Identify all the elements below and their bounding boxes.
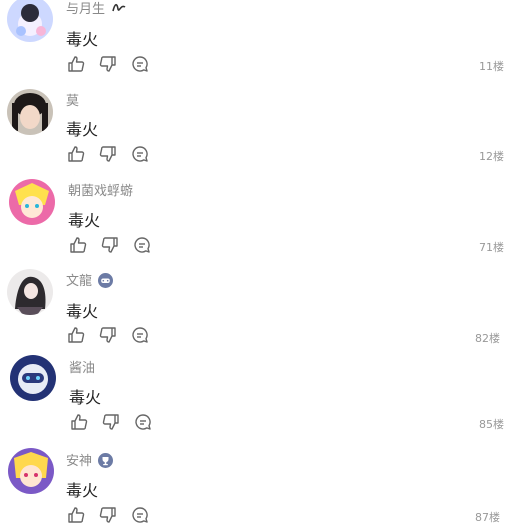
like-icon[interactable] <box>68 235 88 255</box>
comment-text: 毒火 <box>66 481 99 500</box>
signature-badge-icon <box>111 1 126 15</box>
avatar[interactable] <box>9 179 55 225</box>
reply-icon[interactable] <box>130 505 150 525</box>
trophy-badge-icon <box>98 452 114 468</box>
floor-number: 85楼 <box>479 418 504 431</box>
floor-number: 87楼 <box>475 511 500 524</box>
like-icon[interactable] <box>66 505 86 525</box>
username[interactable]: 与月生 <box>66 0 126 17</box>
username[interactable]: 朝菌戏蜉蝣 <box>68 180 133 199</box>
reply-icon[interactable] <box>133 412 153 432</box>
comment-actions <box>66 505 150 525</box>
reply-icon[interactable] <box>130 325 150 345</box>
dislike-icon[interactable] <box>100 235 120 255</box>
username[interactable]: 莫 <box>66 90 79 109</box>
like-icon[interactable] <box>66 54 86 74</box>
username[interactable]: 文龍 <box>66 270 114 289</box>
reply-icon[interactable] <box>130 144 150 164</box>
comment-actions <box>66 144 150 164</box>
dislike-icon[interactable] <box>98 54 118 74</box>
username[interactable]: 安神 <box>66 450 114 469</box>
comment-actions <box>69 412 153 432</box>
dislike-icon[interactable] <box>101 412 121 432</box>
like-icon[interactable] <box>69 412 89 432</box>
dislike-icon[interactable] <box>98 144 118 164</box>
username[interactable]: 酱油 <box>69 357 95 376</box>
comment-text: 毒火 <box>66 120 99 139</box>
comment-actions <box>66 54 150 74</box>
floor-number: 71楼 <box>479 241 504 254</box>
comment-text: 毒火 <box>66 302 99 321</box>
avatar[interactable] <box>7 0 53 42</box>
floor-number: 82楼 <box>475 332 500 345</box>
comment-text: 毒火 <box>69 388 102 407</box>
dislike-icon[interactable] <box>98 505 118 525</box>
reply-icon[interactable] <box>132 235 152 255</box>
avatar[interactable] <box>10 355 56 401</box>
comment-text: 毒火 <box>66 30 99 49</box>
comment-actions <box>68 235 152 255</box>
comment-text: 毒火 <box>68 211 101 230</box>
dislike-icon[interactable] <box>98 325 118 345</box>
floor-number: 12楼 <box>479 150 504 163</box>
gamepad-badge-icon <box>98 272 114 288</box>
avatar[interactable] <box>7 269 53 315</box>
floor-number: 11楼 <box>479 60 504 73</box>
reply-icon[interactable] <box>130 54 150 74</box>
avatar[interactable] <box>7 89 53 135</box>
like-icon[interactable] <box>66 144 86 164</box>
like-icon[interactable] <box>66 325 86 345</box>
comment-actions <box>66 325 150 345</box>
avatar[interactable] <box>8 448 54 494</box>
